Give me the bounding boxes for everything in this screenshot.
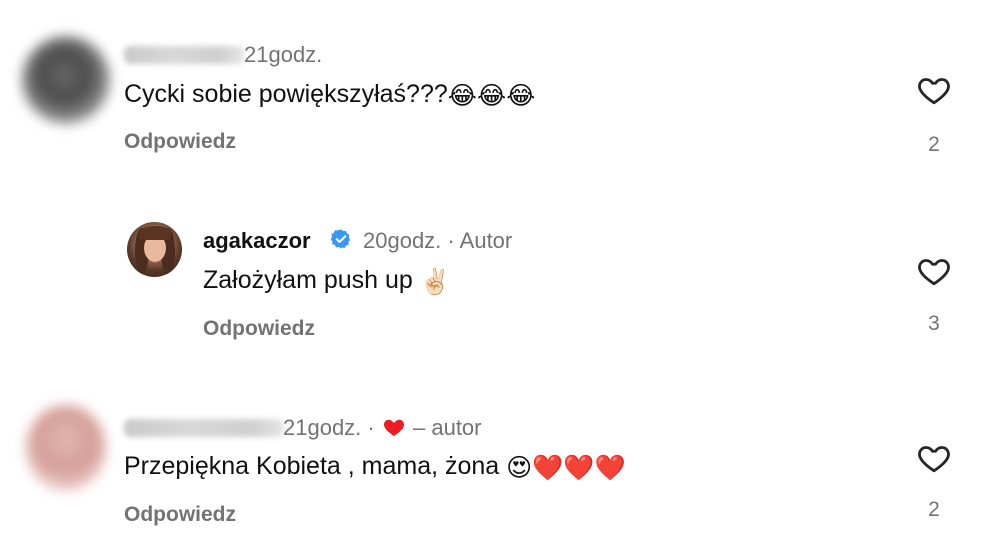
heart-outline-icon[interactable] xyxy=(915,440,953,476)
comment-text-content: Założyłam push up xyxy=(203,266,413,294)
reply-button[interactable]: Odpowiedz xyxy=(124,130,236,154)
username[interactable]: agakaczor xyxy=(203,228,311,254)
emoji-laughing: 😂😂😂 xyxy=(447,82,536,110)
emoji-hearts: 😍❤️❤️❤️ xyxy=(506,454,626,482)
comment-meta: 21godz. · – autor xyxy=(283,415,482,441)
comment-time: 21godz. xyxy=(244,42,323,67)
meta-separator: · xyxy=(447,228,455,253)
avatar-hair xyxy=(139,226,171,240)
heart-filled-icon xyxy=(383,419,404,436)
reply-button[interactable]: Odpowiedz xyxy=(124,503,236,527)
comment-text: Przepiękna Kobieta , mama, żona 😍❤️❤️❤️ xyxy=(124,452,626,483)
blurred-username[interactable] xyxy=(124,419,284,437)
avatar[interactable] xyxy=(26,405,106,491)
author-tag: Autor xyxy=(459,228,513,253)
comment-text-content: Przepiękna Kobieta , mama, żona xyxy=(124,452,500,480)
verified-badge-icon xyxy=(330,229,351,249)
like-count: 2 xyxy=(928,498,940,521)
avatar[interactable] xyxy=(127,222,182,277)
comment-time: 20godz. xyxy=(363,228,442,253)
emoji-victory-hand: ✌🏻 xyxy=(419,268,451,296)
like-count: 3 xyxy=(928,312,940,335)
avatar[interactable] xyxy=(22,36,110,124)
author-tag: – autor xyxy=(413,415,482,440)
comment-text-content: Cycki sobie powiększyłaś??? xyxy=(124,80,448,108)
reply-button[interactable]: Odpowiedz xyxy=(203,317,315,341)
comment-time: 21godz. xyxy=(283,415,362,440)
heart-outline-icon[interactable] xyxy=(915,72,953,108)
comment-text: Cycki sobie powiększyłaś???😂😂😂 xyxy=(124,80,535,111)
comment-meta: 20godz. · Autor xyxy=(363,228,512,254)
heart-outline-icon[interactable] xyxy=(915,253,953,289)
meta-separator: · xyxy=(367,415,375,440)
like-count: 2 xyxy=(928,133,940,156)
comment-text: Założyłam push up ✌🏻 xyxy=(203,266,451,297)
blurred-username[interactable] xyxy=(124,46,244,64)
